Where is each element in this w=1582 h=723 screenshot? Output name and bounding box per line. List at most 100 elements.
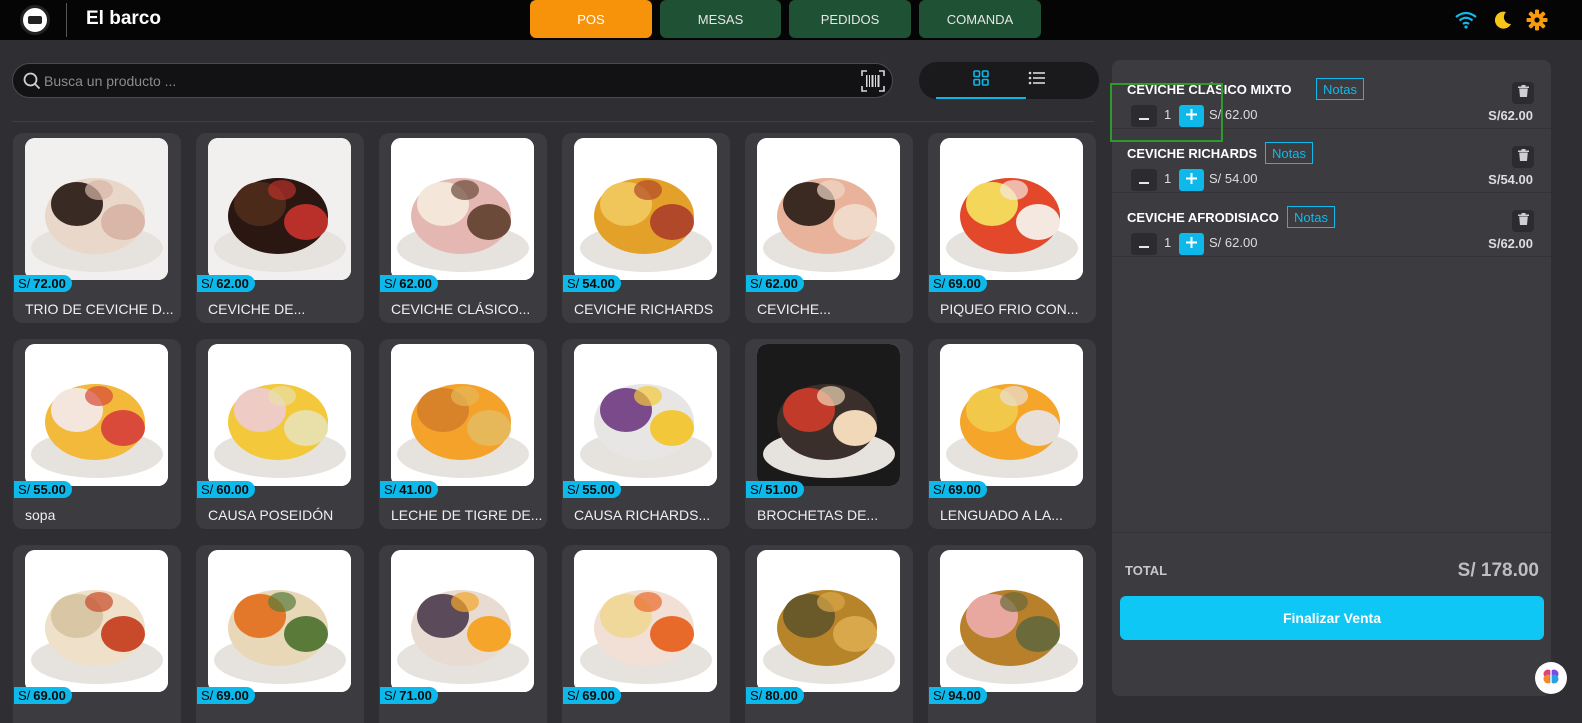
currency-symbol: S/: [933, 482, 946, 497]
tab-comanda[interactable]: COMANDA: [919, 0, 1041, 38]
cart-item-name: CEVICHE CLÁSICO MIXTO: [1127, 82, 1292, 97]
remove-item-button[interactable]: [1512, 146, 1534, 168]
search-icon: [23, 72, 41, 95]
barcode-scan-icon[interactable]: [861, 70, 885, 97]
price-badge: S/55.00: [14, 481, 72, 498]
trash-icon: [1517, 148, 1529, 166]
increase-qty-button[interactable]: [1179, 233, 1204, 255]
currency-symbol: S/: [384, 688, 397, 703]
cart-item: CEVICHE CLÁSICO MIXTO Notas 1 S/ 62.00 S/62.…: [1112, 65, 1551, 129]
price-badge: S/60.00: [197, 481, 255, 498]
product-card[interactable]: S/80.00: [745, 545, 913, 723]
product-name: PIQUEO FRIO CON...: [940, 301, 1079, 317]
product-card[interactable]: S/69.00: [562, 545, 730, 723]
gear-icon[interactable]: [1524, 7, 1550, 33]
product-name: CEVICHE DE...: [208, 301, 306, 317]
unit-price: S/ 62.00: [1209, 107, 1258, 122]
price-badge: S/94.00: [929, 687, 987, 704]
search-input[interactable]: [44, 64, 844, 97]
product-image: [208, 550, 351, 692]
product-image: [25, 344, 168, 486]
price-badge: S/69.00: [929, 275, 987, 292]
product-search: [12, 63, 893, 98]
product-price: 80.00: [765, 688, 798, 703]
increase-qty-button[interactable]: [1179, 169, 1204, 191]
product-price: 69.00: [33, 688, 66, 703]
product-card[interactable]: S/69.00 LENGUADO A LA...: [928, 339, 1096, 529]
product-image: [25, 138, 168, 280]
product-card[interactable]: S/60.00 CAUSA POSEIDÓN: [196, 339, 364, 529]
product-price: 62.00: [765, 276, 798, 291]
decrease-qty-button[interactable]: [1131, 169, 1157, 191]
product-price: 62.00: [216, 276, 249, 291]
moon-icon[interactable]: [1490, 7, 1516, 33]
product-card[interactable]: S/51.00 BROCHETAS DE...: [745, 339, 913, 529]
currency-symbol: S/: [933, 688, 946, 703]
currency-symbol: S/: [201, 482, 214, 497]
price-badge: S/71.00: [380, 687, 438, 704]
trash-icon: [1517, 84, 1529, 102]
assistant-button[interactable]: [1535, 662, 1567, 694]
notes-button[interactable]: Notas: [1265, 142, 1313, 164]
product-image: [574, 344, 717, 486]
notes-button[interactable]: Notas: [1287, 206, 1335, 228]
currency-symbol: S/: [750, 688, 763, 703]
currency-symbol: S/: [384, 482, 397, 497]
product-card[interactable]: S/69.00 PIQUEO FRIO CON...: [928, 133, 1096, 323]
list-view-icon: [1028, 71, 1046, 90]
product-price: 62.00: [399, 276, 432, 291]
product-card[interactable]: S/69.00: [196, 545, 364, 723]
price-badge: S/41.00: [380, 481, 438, 498]
product-card[interactable]: S/72.00 TRIO DE CEVICHE D...: [13, 133, 181, 323]
price-badge: S/69.00: [14, 687, 72, 704]
cart-panel: CEVICHE CLÁSICO MIXTO Notas 1 S/ 62.00 S/62.…: [1112, 60, 1551, 696]
brand-logo: [20, 5, 50, 35]
price-badge: S/51.00: [746, 481, 804, 498]
currency-symbol: S/: [567, 688, 580, 703]
currency-symbol: S/: [18, 688, 31, 703]
product-image: [757, 138, 900, 280]
total-value: S/ 178.00: [1457, 560, 1539, 581]
product-card[interactable]: S/94.00: [928, 545, 1096, 723]
cart-divider: [1112, 532, 1551, 533]
product-card[interactable]: S/62.00 CEVICHE...: [745, 133, 913, 323]
product-card[interactable]: S/62.00 CEVICHE CLÁSICO...: [379, 133, 547, 323]
product-card[interactable]: S/55.00 CAUSA RICHARDS...: [562, 339, 730, 529]
decrease-qty-button[interactable]: [1131, 233, 1157, 255]
remove-item-button[interactable]: [1512, 82, 1534, 104]
product-price: 94.00: [948, 688, 981, 703]
price-badge: S/72.00: [14, 275, 72, 292]
product-price: 69.00: [582, 688, 615, 703]
product-card[interactable]: S/55.00 sopa: [13, 339, 181, 529]
notes-button[interactable]: Notas: [1316, 78, 1364, 100]
remove-item-button[interactable]: [1512, 210, 1534, 232]
top-bar: El barco POS MESAS PEDIDOS COMANDA: [0, 0, 1582, 40]
tab-pos[interactable]: POS: [530, 0, 652, 38]
increase-qty-button[interactable]: [1179, 105, 1204, 127]
tab-mesas[interactable]: MESAS: [660, 0, 781, 38]
wifi-icon[interactable]: [1453, 7, 1479, 33]
product-price: 72.00: [33, 276, 66, 291]
minus-icon: [1139, 107, 1149, 125]
app-title: El barco: [86, 8, 161, 29]
product-card[interactable]: S/62.00 CEVICHE DE...: [196, 133, 364, 323]
grid-view-icon: [973, 70, 989, 91]
product-image: [757, 550, 900, 692]
total-label: TOTAL: [1125, 563, 1168, 578]
currency-symbol: S/: [750, 276, 763, 291]
product-price: 69.00: [948, 482, 981, 497]
product-card[interactable]: S/71.00: [379, 545, 547, 723]
tab-pedidos[interactable]: PEDIDOS: [789, 0, 911, 38]
price-badge: S/80.00: [746, 687, 804, 704]
item-quantity: 1: [1164, 107, 1172, 122]
decrease-qty-button[interactable]: [1131, 105, 1157, 127]
price-badge: S/54.00: [563, 275, 621, 292]
plus-icon: [1186, 107, 1197, 125]
finalize-sale-button[interactable]: Finalizar Venta: [1120, 596, 1544, 640]
product-card[interactable]: S/54.00 CEVICHE RICHARDS: [562, 133, 730, 323]
product-card[interactable]: S/69.00: [13, 545, 181, 723]
product-price: 69.00: [948, 276, 981, 291]
product-card[interactable]: S/41.00 LECHE DE TIGRE DE...: [379, 339, 547, 529]
list-view-button[interactable]: [992, 62, 1082, 99]
product-image: [208, 138, 351, 280]
